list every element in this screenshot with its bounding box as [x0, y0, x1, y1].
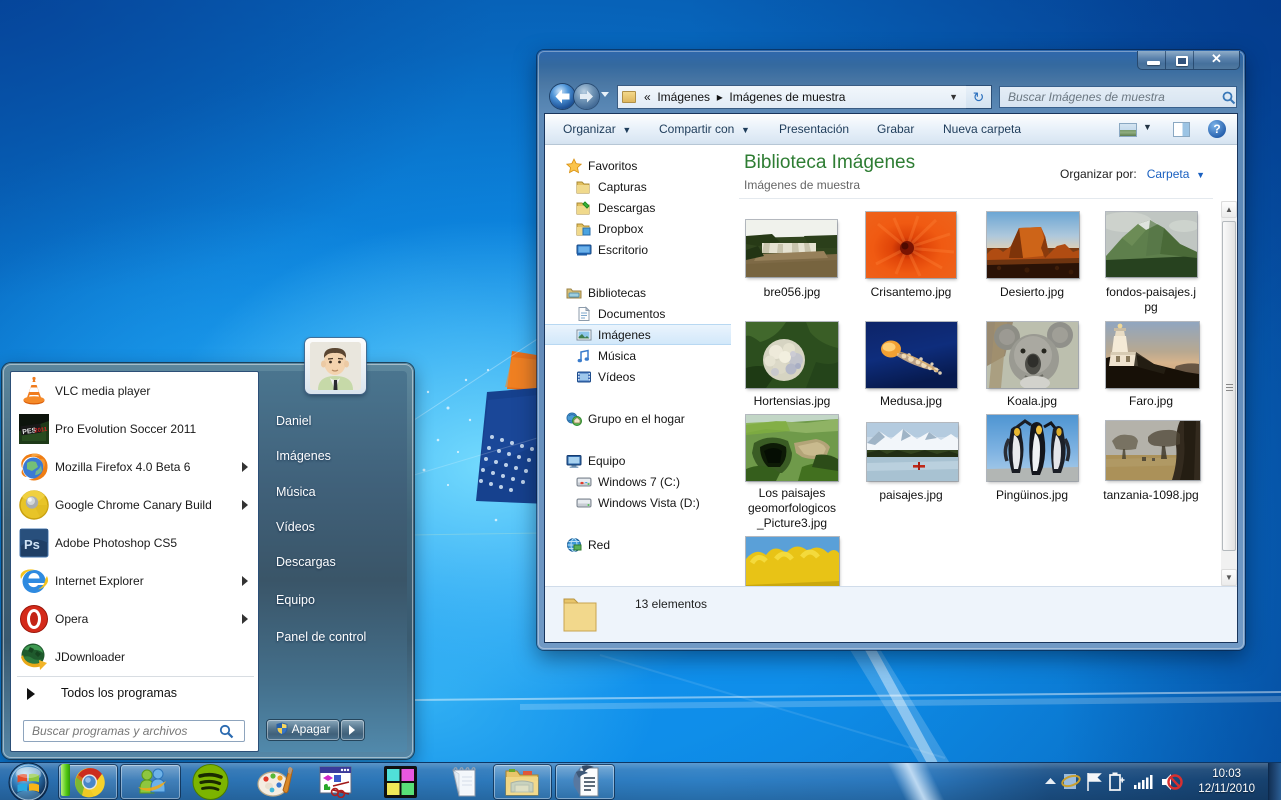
svg-text:Ps: Ps: [24, 537, 40, 552]
